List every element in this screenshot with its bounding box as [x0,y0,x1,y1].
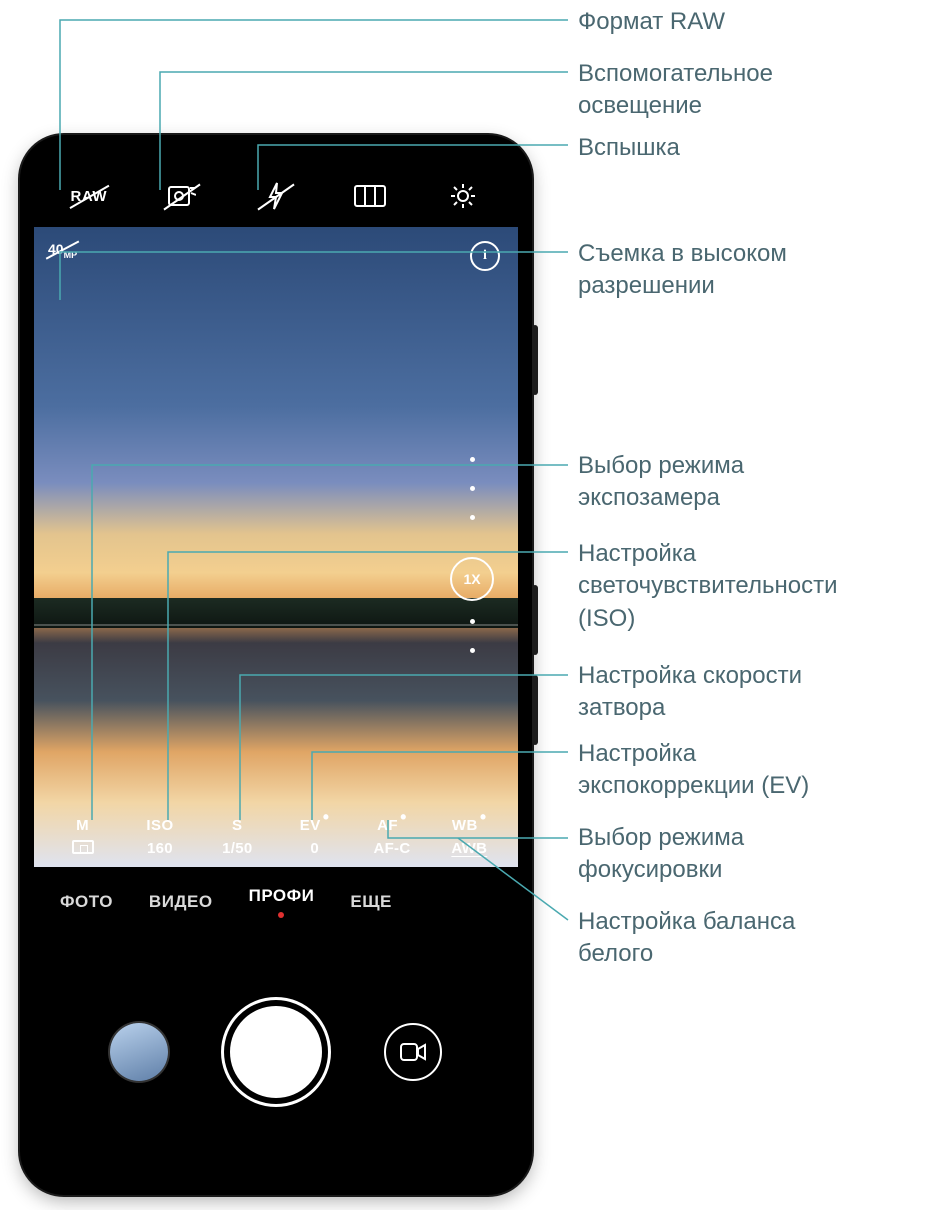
callout-shutter: Настройка скорости затвора [578,660,802,725]
raw-toggle[interactable]: RAW [69,176,109,216]
info-button[interactable]: i [470,241,500,271]
param-wb[interactable]: WB• AWB [440,817,498,857]
gear-icon [449,182,477,210]
callout-hires: Съемка в высоком разрешении [578,238,787,303]
param-metering[interactable]: M [54,817,112,857]
mode-photo[interactable]: ФОТО [60,892,113,912]
mode-video[interactable]: ВИДЕО [149,892,213,912]
param-ev[interactable]: EV• 0 [286,817,344,857]
param-shutter[interactable]: S 1/50 [208,817,266,857]
phone-screen: RAW [34,151,518,1177]
video-icon [400,1043,426,1061]
gallery-thumbnail[interactable] [110,1023,168,1081]
shutter-button[interactable] [230,1006,322,1098]
pro-params-row: M ISO 160 S 1/50 EV• 0 AF• AF-C [34,817,518,857]
phone-frame: RAW [20,135,532,1195]
active-mode-indicator [278,912,284,918]
callout-auxlight: Вспомогательное освещение [578,58,773,123]
flash-toggle[interactable] [256,176,296,216]
zoom-scale [470,457,475,520]
hires-toggle[interactable]: 40MP [48,241,77,260]
zoom-value: 1X [463,571,480,587]
metering-icon [72,840,94,854]
mode-pro[interactable]: ПРОФИ [249,886,315,918]
aspect-ratio-button[interactable] [350,176,390,216]
camera-top-toolbar: RAW [34,151,518,227]
zoom-scale-lower [470,619,475,653]
callout-ev: Настройка экспокоррекции (EV) [578,738,809,803]
callout-raw: Формат RAW [578,6,725,38]
switch-to-video-button[interactable] [384,1023,442,1081]
camera-viewfinder[interactable]: 40MP i 1X M ISO [34,227,518,867]
info-icon: i [483,248,487,264]
camera-bottom-controls [34,937,518,1177]
callout-metering: Выбор режима экспозамера [578,450,744,515]
zoom-indicator[interactable]: 1X [450,557,494,601]
callout-iso: Настройка светочувствительности (ISO) [578,538,838,635]
mode-more[interactable]: ЕЩЕ [350,892,392,912]
param-focus[interactable]: AF• AF-C [363,817,421,857]
camera-mode-strip[interactable]: ФОТО ВИДЕО ПРОФИ ЕЩЕ [34,867,518,937]
hires-icon: 40MP [48,241,77,257]
callout-flash: Вспышка [578,132,680,164]
aspect-icon [354,185,386,207]
callout-focus: Выбор режима фокусировки [578,822,744,887]
flash-icon [267,182,285,210]
raw-icon: RAW [71,189,108,204]
param-iso[interactable]: ISO 160 [131,817,189,857]
aux-light-icon [168,184,196,208]
aux-light-toggle[interactable] [162,176,202,216]
settings-button[interactable] [443,176,483,216]
callout-wb: Настройка баланса белого [578,906,795,971]
